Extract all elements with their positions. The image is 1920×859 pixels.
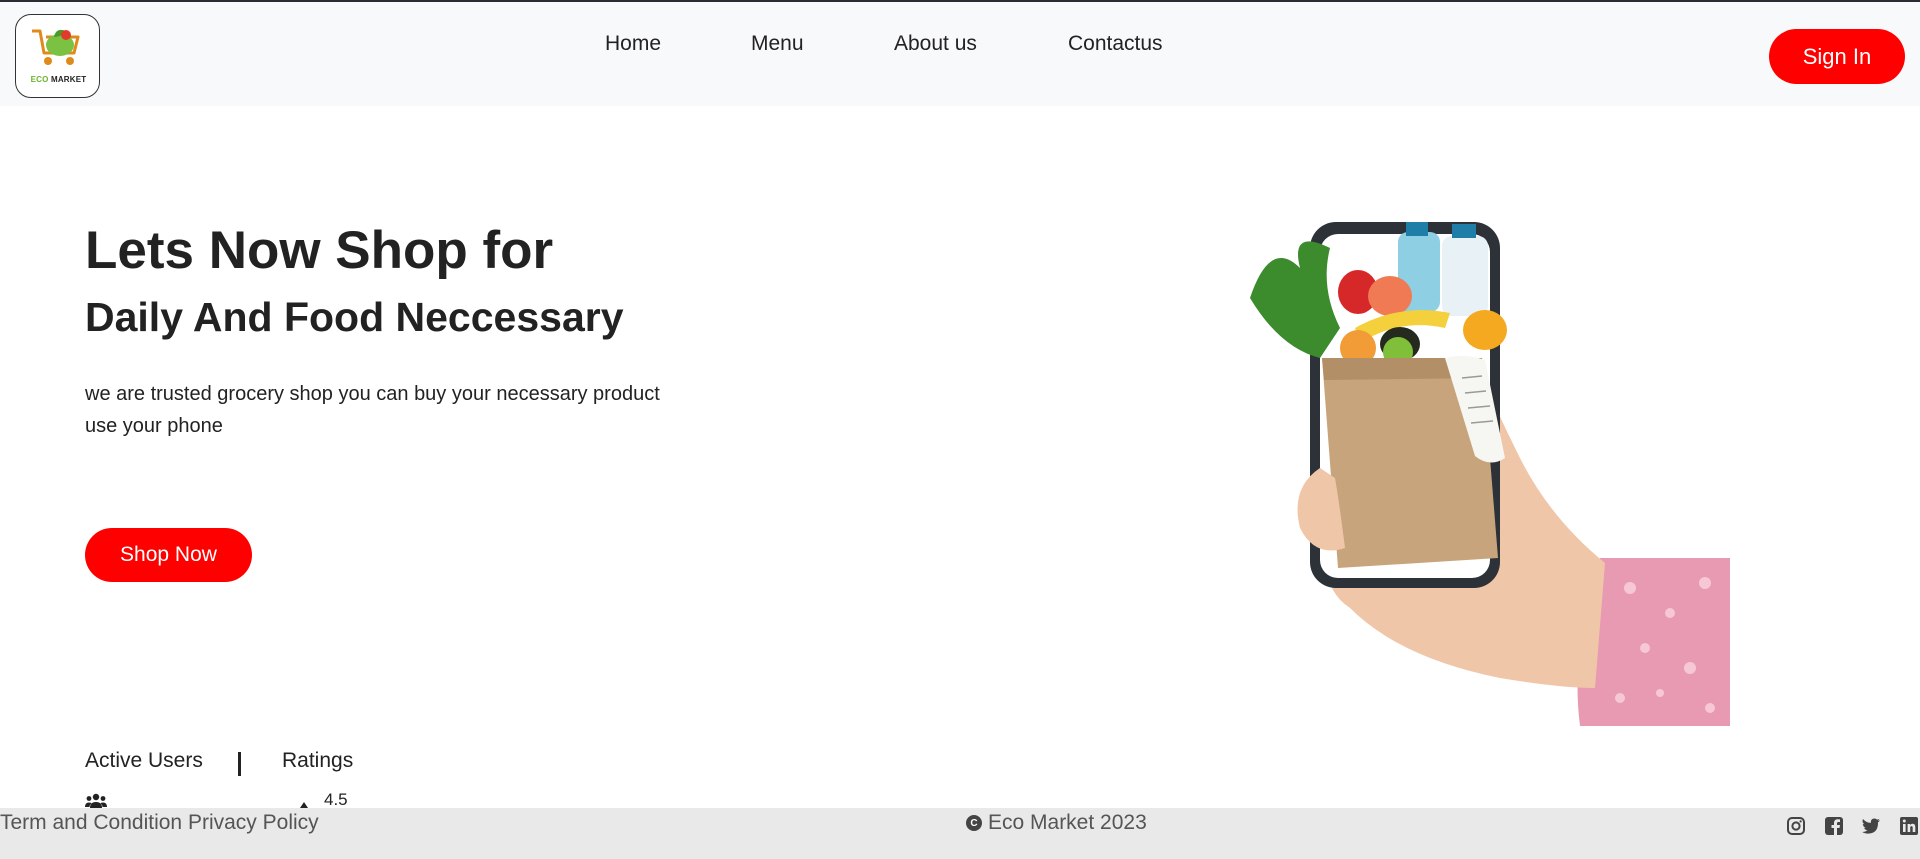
- footer: Term and Condition Privacy Policy C Eco …: [0, 808, 1920, 859]
- nav-menu[interactable]: Menu: [751, 32, 804, 56]
- rating-value: 4.5: [324, 790, 348, 809]
- terms-link[interactable]: Term and Condition: [0, 811, 182, 834]
- copyright-text: Eco Market 2023: [988, 811, 1147, 834]
- active-users-label: Active Users: [85, 749, 203, 772]
- hero-title: Lets Now Shop for: [85, 221, 554, 280]
- logo-text: ECO MARKET: [30, 75, 87, 84]
- stats-divider: [238, 752, 241, 776]
- cart-logo-icon: [32, 29, 80, 65]
- sign-in-button[interactable]: Sign In: [1769, 29, 1905, 84]
- privacy-link[interactable]: Privacy Policy: [188, 811, 319, 834]
- hero-description: we are trusted grocery shop you can buy …: [85, 383, 660, 437]
- copyright-icon: C: [966, 815, 982, 831]
- navbar: ECO MARKET Home Menu About us Contactus …: [0, 2, 1920, 106]
- users-icon: [85, 793, 107, 808]
- footer-links: Term and Condition Privacy Policy: [0, 811, 319, 835]
- facebook-icon[interactable]: [1824, 816, 1844, 836]
- instagram-icon[interactable]: [1786, 816, 1806, 836]
- shop-now-button[interactable]: Shop Now: [85, 528, 252, 582]
- nav-contactus[interactable]: Contactus: [1068, 32, 1163, 56]
- logo[interactable]: ECO MARKET: [15, 14, 100, 98]
- twitter-icon[interactable]: [1861, 816, 1881, 836]
- copyright: C Eco Market 2023: [966, 811, 1147, 835]
- linkedin-icon[interactable]: [1899, 816, 1919, 836]
- hero-image: [1250, 222, 1730, 726]
- hero-subtitle: Daily And Food Neccessary: [85, 294, 624, 340]
- nav-home[interactable]: Home: [605, 32, 661, 56]
- nav-about-us[interactable]: About us: [894, 32, 977, 56]
- ratings-label: Ratings: [282, 749, 354, 772]
